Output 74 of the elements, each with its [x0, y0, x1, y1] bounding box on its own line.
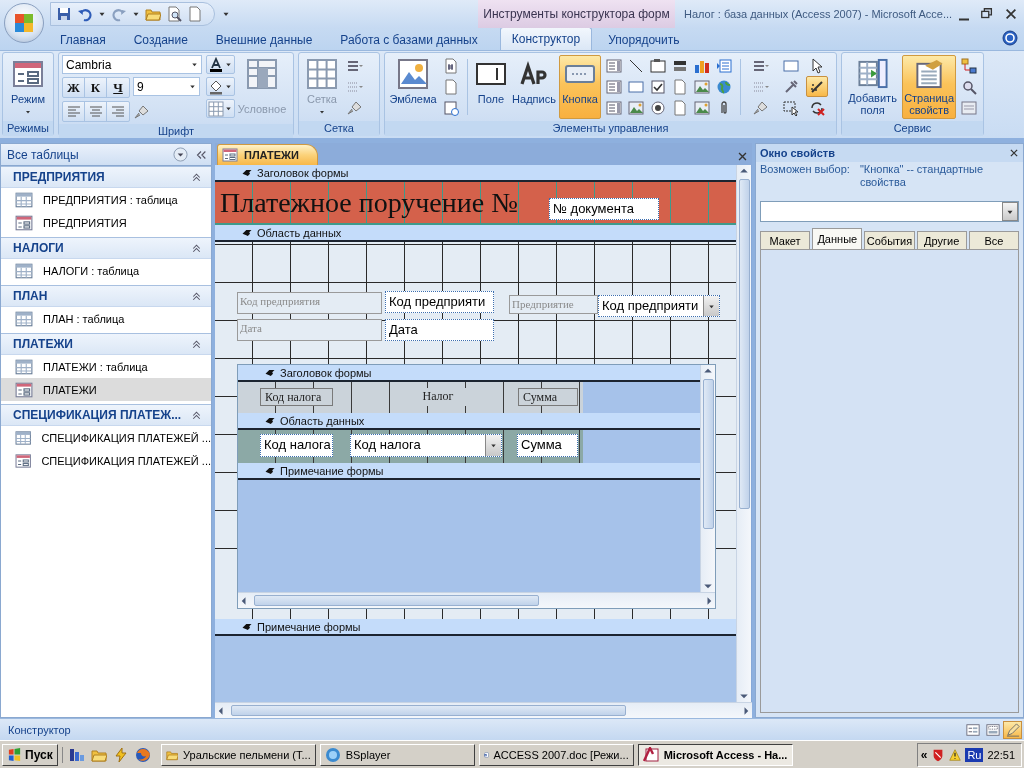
view-button[interactable]: Режим [6, 55, 50, 119]
ribbon-tab[interactable]: Внешние данные [203, 29, 325, 50]
ribbon-tab[interactable]: Работа с базами данных [328, 29, 490, 50]
window-title: Налог : база данных (Access 2007) - Microsoft Acce... [684, 8, 953, 20]
section-bar: Примечание формы [238, 463, 700, 480]
property-tab[interactable]: Макет [760, 231, 811, 249]
nav-group-header[interactable]: СПЕЦИФИКАЦИЯ ПЛАТЕЖ... [1, 404, 211, 426]
font-name-field[interactable]: Cambria [62, 55, 202, 74]
text-field[interactable]: Код предприяти [385, 291, 494, 313]
nav-item[interactable]: СПЕЦИФИКАЦИЯ ПЛАТЕЖЕЙ ... [1, 426, 211, 449]
logo-button[interactable]: Эмблема [388, 55, 438, 119]
taskbar-button[interactable]: Microsoft Access - На... [637, 743, 793, 766]
text-field[interactable]: Сумма [517, 434, 578, 457]
nav-item[interactable]: НАЛОГИ : таблица [1, 259, 211, 282]
taskbar-button[interactable]: Уральские пельмени (Т... [160, 743, 316, 766]
pane-title: Все таблицы [7, 147, 80, 162]
panel-title: Окно свойств [760, 147, 835, 159]
property-tab[interactable]: Все [968, 231, 1019, 249]
text-field[interactable]: Дата [385, 319, 494, 341]
show-hidden-icons-button[interactable]: « [920, 747, 928, 762]
section-bar: Заголовок формы [215, 165, 736, 182]
field-label: Код предприятия [237, 292, 382, 314]
ribbon-tab[interactable]: Упорядочить [596, 29, 692, 50]
label-button[interactable]: Надпись [511, 55, 557, 119]
section-bar: Заголовок формы [238, 365, 700, 382]
section-bar: Область данных [215, 225, 736, 242]
field-label: Предприятие [509, 295, 598, 314]
document-tab[interactable]: ПЛАТЕЖИ [217, 144, 318, 165]
field-label: Дата [237, 319, 382, 341]
nav-group-header[interactable]: ПЛАН [1, 285, 211, 307]
nav-item[interactable]: ПЛАТЕЖИ : таблица [1, 355, 211, 378]
combo-field[interactable]: Код налога [350, 434, 502, 457]
italic-button[interactable]: К [85, 78, 107, 97]
group-title: Сервис [842, 121, 983, 136]
nav-item[interactable]: СПЕЦИФИКАЦИЯ ПЛАТЕЖЕЙ ... [1, 449, 211, 472]
underline-button[interactable]: Ч [107, 78, 129, 97]
status-text: Конструктор [8, 723, 71, 736]
nav-group-header[interactable]: ПЛАТЕЖИ [1, 333, 211, 355]
add-fields-button[interactable]: Добавить поля [845, 55, 901, 119]
text-field[interactable]: № документа [549, 198, 659, 220]
property-tab[interactable]: Другие [916, 231, 967, 249]
clock: 22:51 [987, 748, 1015, 761]
nav-item[interactable]: ПЛАТЕЖИ [1, 378, 211, 401]
ribbon-tab[interactable]: Создание [121, 29, 200, 50]
textbox-button[interactable]: Поле [473, 55, 509, 119]
button-button[interactable]: Кнопка [559, 55, 601, 119]
field-label: Сумма [518, 388, 578, 406]
group-title: Режимы [3, 121, 53, 136]
context-tab-group: Инструменты конструктора форм [478, 0, 675, 28]
properties-button[interactable]: Страница свойств [902, 55, 956, 119]
section-bar: Примечание формы [215, 619, 736, 636]
nav-group-header[interactable]: ПРЕДПРИЯТИЯ [1, 166, 211, 188]
nav-item[interactable]: ПРЕДПРИЯТИЯ : таблица [1, 188, 211, 211]
language-indicator[interactable]: Ru [965, 747, 984, 762]
field-label: Код налога [260, 388, 333, 406]
group-title: Элементы управления [385, 121, 836, 136]
ribbon-tab[interactable]: Главная [48, 29, 118, 50]
nav-item[interactable]: ПРЕДПРИЯТИЯ [1, 211, 211, 234]
section-bar: Область данных [238, 413, 700, 430]
combo-field[interactable]: Код предприяти [598, 295, 720, 317]
taskbar-button[interactable]: BSplayer [319, 743, 475, 766]
bold-button[interactable]: Ж [63, 78, 85, 97]
group-title: Сетка [299, 121, 379, 136]
nav-item[interactable]: ПЛАН : таблица [1, 307, 211, 330]
text-field[interactable]: Код налога [260, 434, 333, 457]
property-tab[interactable]: Данные [812, 228, 863, 249]
selection-type: "Кнопка" -- стандартные свойства [859, 163, 985, 189]
taskbar-button[interactable]: ACCESS 2007.doc [Режи... [478, 743, 634, 766]
nav-group-header[interactable]: НАЛОГИ [1, 237, 211, 259]
start-button[interactable]: Пуск [2, 743, 58, 766]
property-tab[interactable]: События [864, 231, 915, 249]
ribbon-tab[interactable]: Конструктор [499, 27, 593, 50]
selection-label: Возможен выбор: [760, 163, 850, 177]
font-size-field[interactable]: 9 [133, 77, 200, 96]
